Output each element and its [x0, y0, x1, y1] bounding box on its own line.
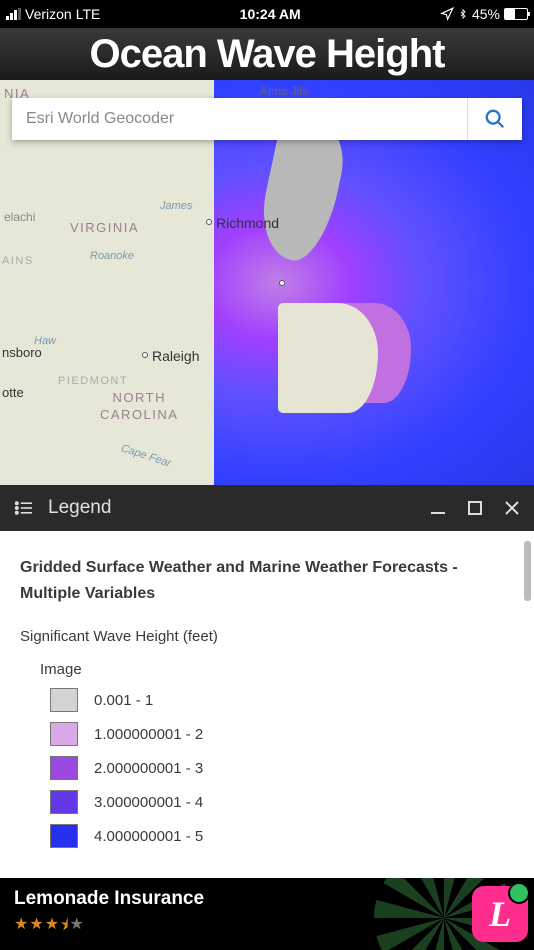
status-bar: Verizon LTE 10:24 AM 45%	[0, 0, 534, 28]
maximize-button[interactable]	[468, 501, 482, 515]
location-icon	[440, 7, 454, 21]
map-label-roanoke: Roanoke	[90, 250, 134, 262]
legend-swatch	[50, 824, 78, 848]
legend-swatch	[50, 722, 78, 746]
battery-pct: 45%	[472, 6, 500, 22]
legend-swatch	[50, 790, 78, 814]
city-dot	[142, 352, 148, 358]
legend-image-label: Image	[40, 661, 514, 678]
carrier-label: Verizon	[25, 6, 72, 22]
map-label-piedmont: PIEDMONT	[58, 375, 128, 387]
bluetooth-icon	[458, 7, 468, 21]
map-city-otte: otte	[2, 385, 24, 400]
legend-heading: Gridded Surface Weather and Marine Weath…	[20, 555, 514, 606]
map-label-nc: NORTH CAROLINA	[100, 390, 178, 424]
clock: 10:24 AM	[240, 6, 301, 22]
status-left: Verizon LTE	[6, 6, 100, 22]
search-box	[12, 98, 522, 140]
legend-item: 4.000000001 - 5	[50, 824, 514, 848]
map-city-raleigh: Raleigh	[152, 348, 199, 364]
ad-banner[interactable]: Lemonade Insurance ★★★⯨★ L	[0, 878, 534, 950]
legend-label: 1.000000001 - 2	[94, 726, 203, 743]
legend-label: 4.000000001 - 5	[94, 828, 203, 845]
legend-label: 0.001 - 1	[94, 692, 153, 709]
ad-badge-letter: L	[489, 893, 511, 935]
legend-item: 3.000000001 - 4	[50, 790, 514, 814]
status-right: 45%	[440, 6, 528, 22]
map-city-nsboro: nsboro	[2, 345, 42, 360]
ad-title: Lemonade Insurance	[14, 888, 204, 910]
legend-header: Legend	[0, 485, 534, 531]
map-label-ains: AINS	[2, 255, 34, 267]
legend-label: 3.000000001 - 4	[94, 794, 203, 811]
legend-body[interactable]: Gridded Surface Weather and Marine Weath…	[0, 531, 534, 878]
search-icon	[484, 108, 506, 130]
map-label-virginia: VIRGINIA	[70, 220, 139, 235]
legend-subtitle: Significant Wave Height (feet)	[20, 628, 514, 645]
network-label: LTE	[76, 6, 101, 22]
page-title: Ocean Wave Height	[90, 32, 445, 77]
ad-badge: L	[472, 886, 528, 942]
title-bar: Ocean Wave Height	[0, 28, 534, 80]
search-button[interactable]	[467, 98, 522, 140]
city-dot	[206, 219, 212, 225]
battery-icon	[504, 8, 528, 20]
map-city-richmond: Richmond	[216, 215, 279, 231]
legend-list-icon	[14, 500, 34, 516]
legend-item: 2.000000001 - 3	[50, 756, 514, 780]
legend-title: Legend	[48, 497, 416, 519]
map-view[interactable]: NIA Anns Jils elachi VIRGINIA James Rich…	[0, 80, 534, 485]
map-label-elachi: elachi	[4, 210, 35, 224]
ad-rating: ★★★⯨★	[14, 914, 204, 941]
legend-swatch	[50, 688, 78, 712]
map-label-james: James	[160, 200, 192, 212]
map-label-anns: Anns Jils	[260, 84, 308, 98]
signal-icon	[6, 8, 21, 20]
city-dot	[279, 280, 285, 286]
legend-label: 2.000000001 - 3	[94, 760, 203, 777]
legend-item: 0.001 - 1	[50, 688, 514, 712]
search-input[interactable]	[12, 110, 467, 128]
minimize-button[interactable]	[430, 500, 446, 516]
close-button[interactable]	[504, 500, 520, 516]
legend-swatch	[50, 756, 78, 780]
legend-item: 1.000000001 - 2	[50, 722, 514, 746]
